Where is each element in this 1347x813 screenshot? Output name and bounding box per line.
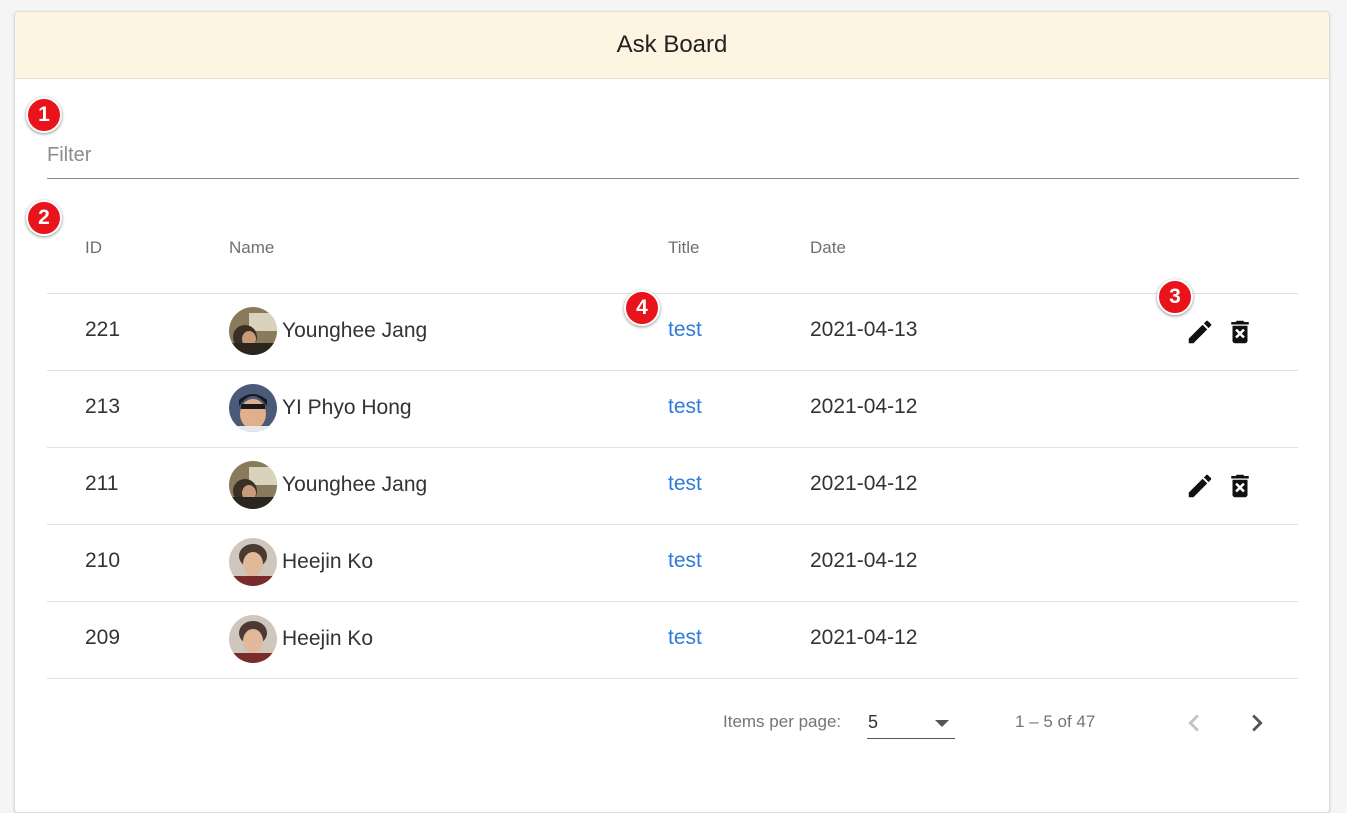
title-link[interactable]: test: [668, 472, 702, 496]
annotation-marker-2: 2: [26, 200, 62, 236]
cell-name: Younghee Jang: [229, 307, 427, 355]
annotation-marker-4: 4: [624, 290, 660, 326]
page-size-value: 5: [868, 712, 879, 732]
title-link[interactable]: test: [668, 318, 702, 342]
title-link[interactable]: test: [668, 395, 702, 419]
cell-id: 211: [85, 472, 119, 495]
cell-name: YI Phyo Hong: [229, 384, 412, 432]
previous-page-icon[interactable]: [1177, 706, 1211, 745]
column-header-name[interactable]: Name: [229, 238, 274, 258]
ask-table: ID Name Title Date 221 Younghee Jang tes…: [47, 210, 1298, 679]
paginator: Items per page: 5 1 – 5 of 47: [47, 696, 1298, 752]
table-header-row: ID Name Title Date: [47, 210, 1298, 294]
avatar-icon: [229, 615, 277, 663]
page-title: Ask Board: [616, 31, 728, 58]
cell-id: 209: [85, 626, 121, 649]
column-header-id[interactable]: ID: [85, 238, 102, 258]
annotation-marker-1: 1: [26, 97, 62, 133]
next-page-icon[interactable]: [1240, 706, 1274, 745]
card-header: Ask Board: [15, 12, 1329, 79]
delete-trash-icon[interactable]: [1223, 469, 1257, 503]
avatar-icon: [229, 307, 277, 355]
annotation-marker-3: 3: [1157, 279, 1193, 315]
items-per-page-label: Items per page:: [723, 712, 842, 731]
cell-date: 2021-04-12: [810, 549, 918, 572]
author-name: YI Phyo Hong: [282, 396, 412, 419]
cell-id: 221: [85, 318, 121, 341]
cell-date: 2021-04-13: [810, 318, 918, 341]
author-name: Heejin Ko: [282, 627, 374, 650]
cell-name: Heejin Ko: [229, 538, 373, 586]
author-name: Heejin Ko: [282, 550, 374, 573]
cell-date: 2021-04-12: [810, 395, 918, 418]
page-range-label: 1 – 5 of 47: [1015, 712, 1096, 731]
cell-id: 213: [85, 395, 121, 418]
avatar-icon: [229, 538, 277, 586]
author-name: Younghee Jang: [282, 319, 428, 342]
page-size-select[interactable]: 5: [867, 708, 955, 739]
row-actions: [1183, 315, 1257, 349]
row-actions: [1183, 469, 1257, 503]
dropdown-arrow-icon: [935, 720, 949, 727]
table-row[interactable]: 221 Younghee Jang test 2021-04-13: [47, 294, 1298, 371]
table-row[interactable]: 213 YI Phyo Hong test 2021-04-12: [47, 371, 1298, 448]
cell-date: 2021-04-12: [810, 626, 918, 649]
delete-trash-icon[interactable]: [1223, 315, 1257, 349]
table-row[interactable]: 211 Younghee Jang test 2021-04-12: [47, 448, 1298, 525]
table-row[interactable]: 209 Heejin Ko test 2021-04-12: [47, 602, 1298, 679]
column-header-title[interactable]: Title: [668, 238, 700, 258]
cell-id: 210: [85, 549, 121, 572]
author-name: Younghee Jang: [282, 473, 428, 496]
cell-name: Heejin Ko: [229, 615, 373, 663]
title-link[interactable]: test: [668, 626, 702, 650]
filter-input[interactable]: [47, 136, 1299, 179]
avatar-icon: [229, 461, 277, 509]
edit-pencil-icon[interactable]: [1183, 469, 1217, 503]
ask-board-card: Ask Board ID Name Title Date 221 Younghe…: [14, 11, 1330, 813]
cell-name: Younghee Jang: [229, 461, 427, 509]
column-header-date[interactable]: Date: [810, 238, 846, 258]
edit-pencil-icon[interactable]: [1183, 315, 1217, 349]
avatar-icon: [229, 384, 277, 432]
title-link[interactable]: test: [668, 549, 702, 573]
table-row[interactable]: 210 Heejin Ko test 2021-04-12: [47, 525, 1298, 602]
cell-date: 2021-04-12: [810, 472, 918, 495]
